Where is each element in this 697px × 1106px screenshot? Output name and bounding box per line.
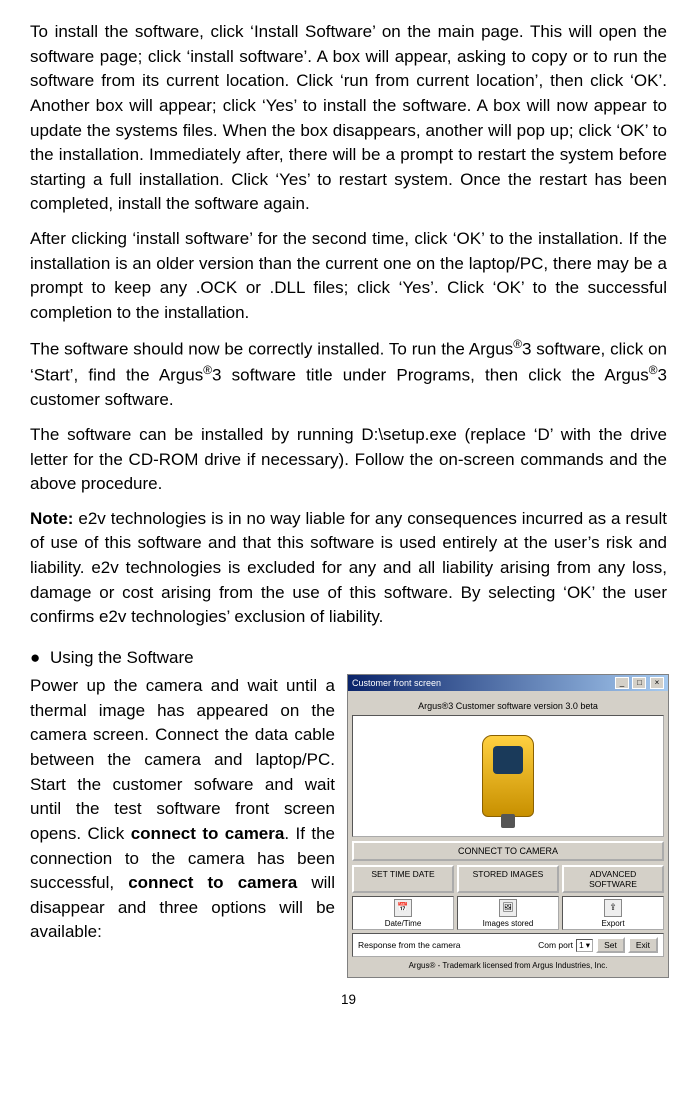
chevron-down-icon: ▾ [586,940,590,951]
camera-preview-area [352,715,664,837]
stored-images-button[interactable]: STORED IMAGES [457,865,559,893]
note-label: Note: [30,509,73,528]
set-time-date-button[interactable]: SET TIME DATE [352,865,454,893]
trademark-line: Argus® - Trademark licensed from Argus I… [352,959,664,973]
set-button[interactable]: Set [596,937,625,953]
image-icon: 🖼 [499,899,517,917]
calendar-icon: 📅 [394,899,412,917]
embedded-screenshot: Customer front screen _ □ × Argus®3 Cust… [347,674,669,978]
advanced-software-button[interactable]: ADVANCED SOFTWARE [562,865,664,893]
window-controls: _ □ × [614,677,664,689]
maximize-icon[interactable]: □ [632,677,646,689]
section-heading-using-software: ●Using the Software [30,648,667,668]
document-page: To install the software, click ‘Install … [0,0,697,1017]
camera-icon [482,735,534,817]
window-title: Customer front screen [352,678,441,688]
registered-mark: ® [203,363,212,377]
minimize-icon[interactable]: _ [615,677,629,689]
paragraph-install-4: The software can be installed by running… [30,423,667,497]
date-time-cell: 📅 Date/Time [352,896,454,930]
registered-mark: ® [649,363,658,377]
comport-select[interactable]: 1▾ [576,939,593,952]
window-titlebar: Customer front screen _ □ × [348,675,668,691]
connect-to-camera-button[interactable]: CONNECT TO CAMERA [352,841,664,861]
export-icon: ⇪ [604,899,622,917]
export-cell: ⇪ Export [562,896,664,930]
response-label: Response from the camera [358,940,461,950]
page-number: 19 [30,992,667,1007]
paragraph-install-3: The software should now be correctly ins… [30,336,667,413]
paragraph-note: Note: e2v technologies is in no way liab… [30,507,667,630]
exit-button[interactable]: Exit [628,937,658,953]
close-icon[interactable]: × [650,677,664,689]
app-title: Argus®3 Customer software version 3.0 be… [352,695,664,715]
bullet-icon: ● [30,648,50,668]
status-panel: Response from the camera Com port 1▾ Set… [352,933,664,957]
paragraph-install-2: After clicking ‘install software’ for th… [30,227,667,326]
comport-label: Com port [538,940,573,950]
images-stored-cell: 🖼 Images stored [457,896,559,930]
paragraph-install-1: To install the software, click ‘Install … [30,20,667,217]
registered-mark: ® [513,337,522,351]
paragraph-using-software: Power up the camera and wait until a the… [30,674,335,945]
